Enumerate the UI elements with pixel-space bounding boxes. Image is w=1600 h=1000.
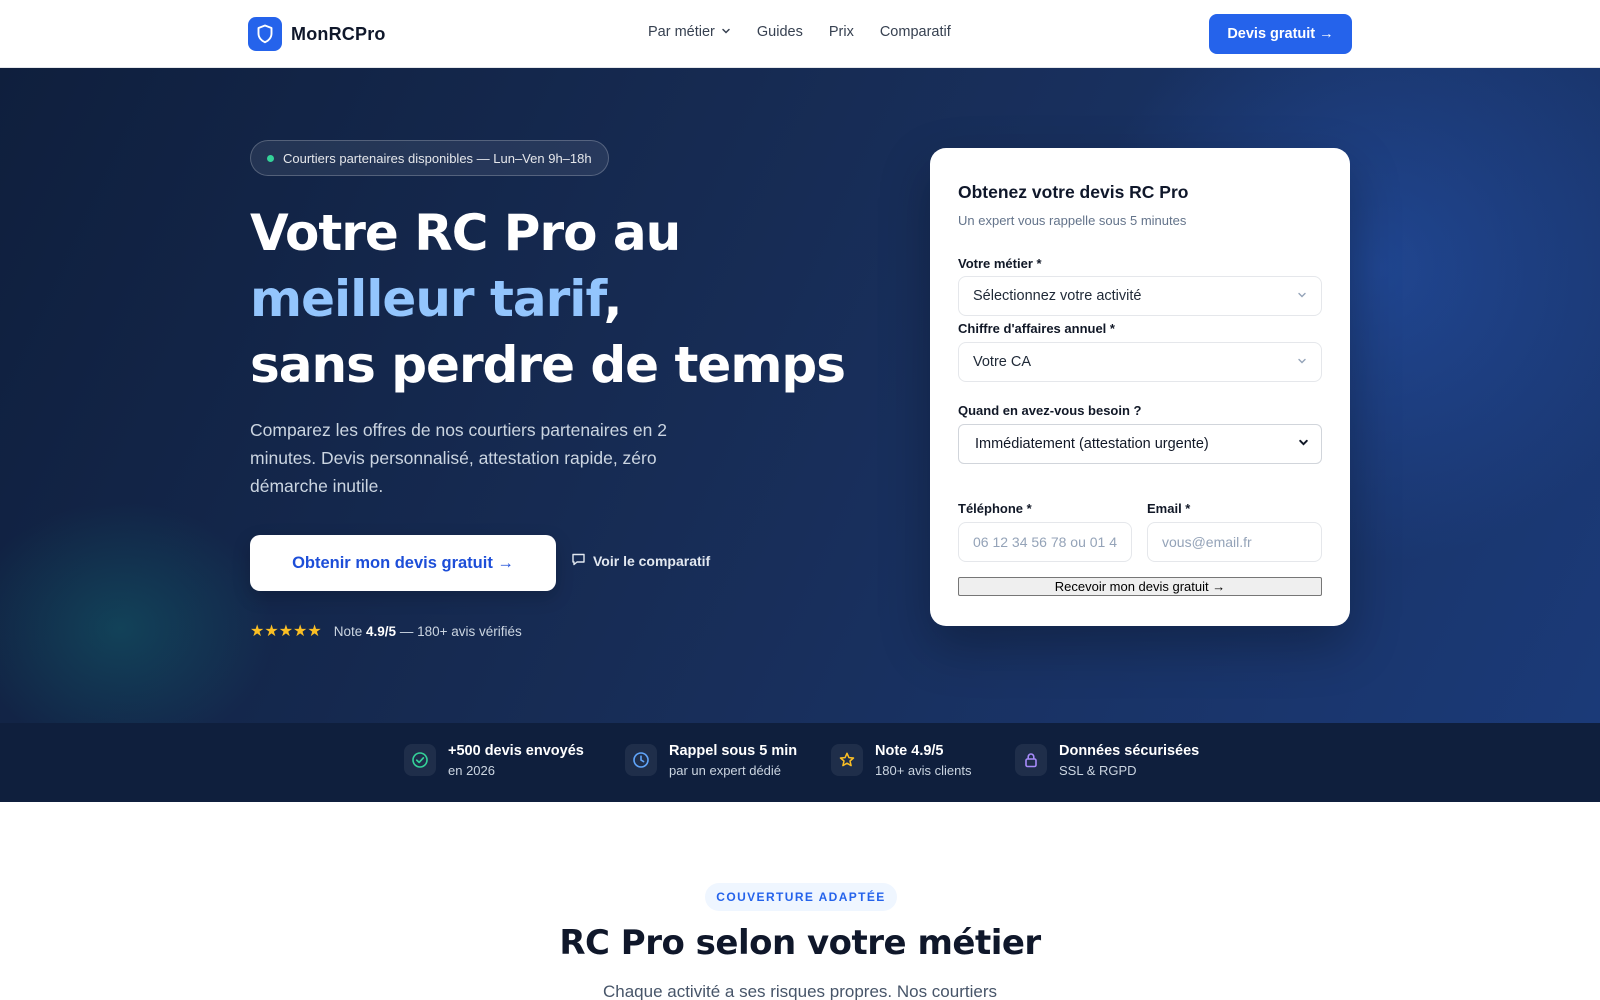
logo[interactable]: MonRCPro xyxy=(248,17,386,51)
stat-desc: par un expert dédié xyxy=(669,763,782,778)
besoin-label: Quand en avez-vous besoin ? xyxy=(958,403,1142,418)
ca-select-value: Votre CA xyxy=(973,354,1032,370)
devis-gratuit-button[interactable]: Devis gratuit → xyxy=(1209,14,1352,54)
chevron-down-icon xyxy=(1297,356,1307,369)
section-subtitle: Chaque activité a ses risques propres. N… xyxy=(602,982,997,1000)
hero-title-comma: , xyxy=(603,270,622,328)
ca-label: Chiffre d'affaires annuel * xyxy=(958,321,1115,336)
stat-note: Note 4.9/5 180+ avis clients xyxy=(831,741,971,781)
besoin-select[interactable]: Immédiatement (attestation urgente) xyxy=(958,424,1322,464)
ca-select[interactable]: Votre CA xyxy=(958,342,1322,382)
nav-item-label: Comparatif xyxy=(879,24,951,40)
rating-stars-icon: ★★★★★ xyxy=(250,623,322,640)
nav-item-prix[interactable]: Prix xyxy=(829,24,854,40)
check-circle-icon xyxy=(404,744,436,776)
availability-badge: Courtiers partenaires disponibles — Lun–… xyxy=(250,140,609,176)
rating-suffix: — 180+ avis vérifiés xyxy=(399,623,522,639)
get-quote-button[interactable]: Obtenir mon devis gratuit → xyxy=(250,535,556,591)
form-title: Obtenez votre devis RC Pro xyxy=(958,182,1189,202)
rating-summary: ★★★★★ Note 4.9/5 — 180+ avis vérifiés xyxy=(250,621,522,641)
chevron-down-icon xyxy=(721,24,731,40)
chevron-down-icon xyxy=(1297,290,1307,303)
nav-item-label: Guides xyxy=(756,24,803,40)
chat-bubble-icon xyxy=(571,552,586,570)
lock-icon xyxy=(1015,744,1047,776)
section-title: RC Pro selon votre métier xyxy=(559,923,1041,963)
stat-desc: en 2026 xyxy=(448,763,495,778)
metier-select-value: Sélectionnez votre activité xyxy=(973,288,1142,304)
hero-title: Votre RC Pro au meilleur tarif, sans per… xyxy=(250,200,890,398)
stats-bar: +500 devis envoyés en 2026 Rappel sous 5… xyxy=(0,723,1600,802)
logo-text: MonRCPro xyxy=(291,23,386,44)
form-subtitle: Un expert vous rappelle sous 5 minutes xyxy=(958,213,1187,228)
chevron-down-icon xyxy=(1298,437,1309,451)
nav-item-label: Prix xyxy=(828,24,854,40)
star-icon xyxy=(831,744,863,776)
nav-item-label: Par métier xyxy=(648,24,715,40)
stat-desc: SSL & RGPD xyxy=(1059,763,1137,778)
email-label: Email * xyxy=(1147,501,1191,516)
rating-text: Note 4.9/5 — 180+ avis vérifiés xyxy=(334,624,522,639)
besoin-select-value: Immédiatement (attestation urgente) xyxy=(975,436,1209,452)
stat-devis: +500 devis envoyés en 2026 xyxy=(404,741,584,781)
hero-title-line3: sans perdre de temps xyxy=(250,336,846,394)
nav-item-comparatif[interactable]: Comparatif xyxy=(880,24,951,40)
stat-securite: Données sécurisées SSL & RGPD xyxy=(1015,741,1199,781)
hero-section: Courtiers partenaires disponibles — Lun–… xyxy=(0,68,1600,723)
phone-label: Téléphone * xyxy=(958,501,1032,516)
hero-title-line1: Votre RC Pro au xyxy=(250,204,681,262)
hero-subtitle: Comparez les offres de nos courtiers par… xyxy=(250,420,667,496)
stat-rappel: Rappel sous 5 min par un expert dédié xyxy=(625,741,797,781)
status-dot-icon xyxy=(267,154,274,162)
shield-icon xyxy=(248,17,282,51)
main-nav: Par métier Guides Prix Comparatif xyxy=(648,24,951,40)
quote-form: Obtenez votre devis RC Pro Un expert vou… xyxy=(930,148,1350,626)
stat-title: Note 4.9/5 xyxy=(875,743,944,759)
clock-icon xyxy=(625,744,657,776)
view-comparison-link[interactable]: Voir le comparatif xyxy=(571,552,710,570)
site-header: MonRCPro Par métier Guides Prix Comparat… xyxy=(0,0,1600,68)
stat-title: Rappel sous 5 min xyxy=(669,743,798,759)
nav-item-guides[interactable]: Guides xyxy=(757,24,803,40)
submit-quote-button[interactable]: Recevoir mon devis gratuit → xyxy=(958,577,1322,596)
rating-prefix: Note xyxy=(333,623,363,639)
badge-text: Courtiers partenaires disponibles — Lun–… xyxy=(283,150,592,166)
rating-score: 4.9/5 xyxy=(366,623,397,639)
view-comparison-label: Voir le comparatif xyxy=(593,553,711,569)
section-pill: COUVERTURE ADAPTÉE xyxy=(705,883,897,911)
stat-title: Données sécurisées xyxy=(1059,743,1200,759)
stat-desc: 180+ avis clients xyxy=(875,763,972,778)
stat-title: +500 devis envoyés xyxy=(448,743,584,759)
metier-label: Votre métier * xyxy=(958,256,1042,271)
nav-item-par-metier[interactable]: Par métier xyxy=(648,24,731,40)
email-input[interactable]: vous@email.fr xyxy=(1147,522,1322,562)
phone-input[interactable]: 06 12 34 56 78 ou 01 4 xyxy=(958,522,1132,562)
hero-title-accent: meilleur tarif xyxy=(250,270,604,328)
metier-select[interactable]: Sélectionnez votre activité xyxy=(958,276,1322,316)
